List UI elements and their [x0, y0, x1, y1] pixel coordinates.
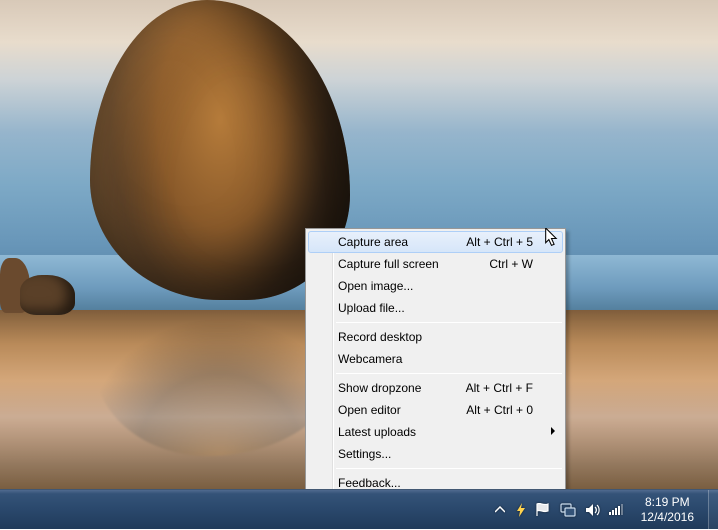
menu-item-label: Upload file... — [338, 301, 533, 315]
system-tray[interactable]: 8:19 PM 12/4/2016 — [485, 490, 708, 529]
tray-context-menu[interactable]: Capture areaAlt + Ctrl + 5Capture full s… — [305, 228, 566, 519]
menu-item-label: Feedback... — [338, 476, 533, 490]
menu-item-label: Capture area — [338, 235, 466, 249]
wifi-signal-icon[interactable] — [609, 503, 624, 516]
clock-date: 12/4/2016 — [641, 510, 694, 525]
clock-time: 8:19 PM — [641, 495, 694, 510]
bolt-icon[interactable] — [516, 503, 526, 517]
network-icon[interactable] — [560, 503, 576, 517]
submenu-arrow-icon — [551, 427, 555, 435]
tray-overflow-chevron-icon[interactable] — [493, 503, 507, 517]
mouse-cursor-icon — [544, 228, 560, 248]
menu-item-shortcut: Alt + Ctrl + 5 — [466, 235, 533, 249]
menu-item-open-image[interactable]: Open image... — [308, 275, 563, 297]
show-desktop-button[interactable] — [708, 490, 718, 530]
menu-item-label: Webcamera — [338, 352, 533, 366]
menu-item-open-editor[interactable]: Open editorAlt + Ctrl + 0 — [308, 399, 563, 421]
menu-item-label: Show dropzone — [338, 381, 466, 395]
volume-icon[interactable] — [585, 503, 600, 517]
menu-item-label: Latest uploads — [338, 425, 533, 439]
menu-item-label: Open image... — [338, 279, 533, 293]
menu-item-record-desktop[interactable]: Record desktop — [308, 326, 563, 348]
menu-item-upload-file[interactable]: Upload file... — [308, 297, 563, 319]
menu-item-shortcut: Alt + Ctrl + 0 — [466, 403, 533, 417]
menu-item-label: Settings... — [338, 447, 533, 461]
menu-item-shortcut: Ctrl + W — [489, 257, 533, 271]
menu-separator — [336, 322, 562, 323]
action-center-flag-icon[interactable] — [535, 503, 551, 517]
menu-item-settings[interactable]: Settings... — [308, 443, 563, 465]
menu-item-latest-uploads[interactable]: Latest uploads — [308, 421, 563, 443]
menu-item-shortcut: Alt + Ctrl + F — [466, 381, 533, 395]
menu-separator — [336, 468, 562, 469]
menu-item-label: Record desktop — [338, 330, 533, 344]
menu-item-capture-full-screen[interactable]: Capture full screenCtrl + W — [308, 253, 563, 275]
taskbar-clock[interactable]: 8:19 PM 12/4/2016 — [633, 495, 702, 525]
menu-item-show-dropzone[interactable]: Show dropzoneAlt + Ctrl + F — [308, 377, 563, 399]
menu-item-label: Open editor — [338, 403, 466, 417]
menu-item-webcamera[interactable]: Webcamera — [308, 348, 563, 370]
menu-separator — [336, 373, 562, 374]
menu-item-capture-area[interactable]: Capture areaAlt + Ctrl + 5 — [308, 231, 563, 253]
menu-item-label: Capture full screen — [338, 257, 489, 271]
taskbar[interactable]: 8:19 PM 12/4/2016 — [0, 489, 718, 529]
